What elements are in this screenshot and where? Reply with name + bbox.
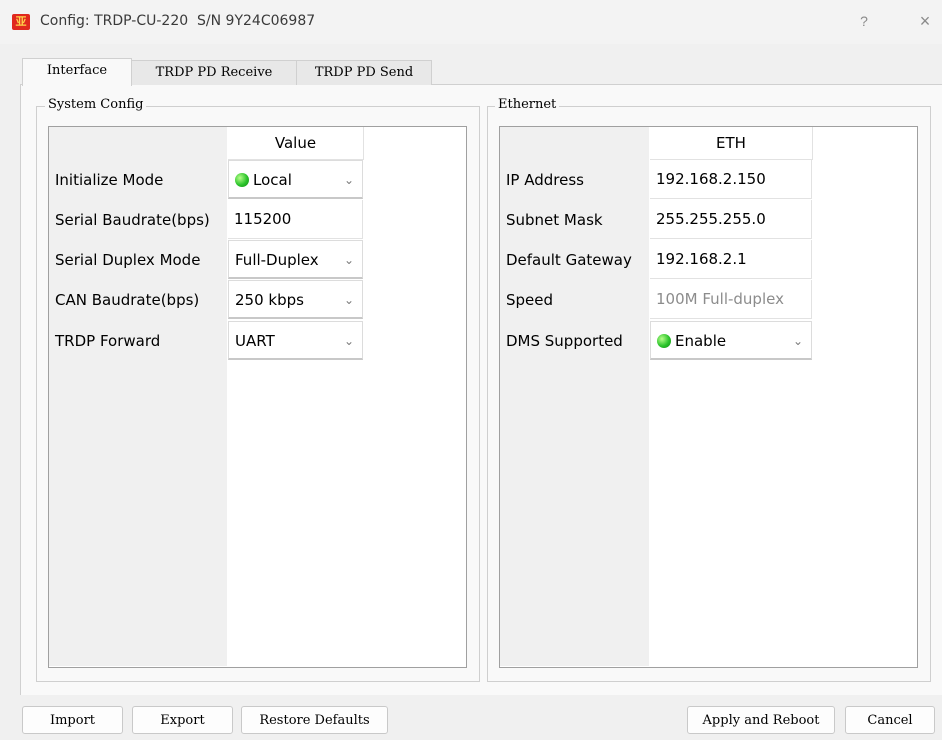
restore-defaults-button[interactable]: Restore Defaults (241, 706, 388, 734)
trdp-forward-select[interactable]: UART ⌄ (228, 321, 363, 360)
ethernet-column-header: ETH (650, 127, 813, 160)
row-label-dms-supported: DMS Supported (506, 332, 623, 350)
system-config-column-header: Value (228, 127, 364, 160)
default-gateway-field[interactable]: 192.168.2.1 (650, 240, 812, 279)
speed-value: 100M Full-duplex (656, 290, 784, 308)
row-label-default-gateway: Default Gateway (506, 251, 632, 269)
dms-supported-value: Enable (675, 332, 727, 350)
row-label-speed: Speed (506, 291, 554, 309)
subnet-mask-field[interactable]: 255.255.255.0 (650, 200, 812, 239)
initialize-mode-value: Local (253, 171, 292, 189)
row-label-subnet-mask: Subnet Mask (506, 211, 603, 229)
dms-supported-select[interactable]: Enable ⌄ (650, 321, 812, 360)
chevron-down-icon: ⌄ (343, 293, 354, 307)
green-led-icon (657, 334, 671, 348)
system-config-title: System Config (45, 97, 147, 112)
row-label-serial-baudrate: Serial Baudrate(bps) (55, 211, 210, 229)
tab-trdp-pd-send[interactable]: TRDP PD Send (296, 60, 432, 85)
green-led-icon (235, 173, 249, 187)
row-label-serial-duplex-mode: Serial Duplex Mode (55, 251, 201, 269)
close-button[interactable]: × (912, 10, 938, 32)
app-logo-icon: 亚 (12, 14, 30, 30)
serial-baudrate-value: 115200 (234, 210, 292, 228)
cancel-button[interactable]: Cancel (845, 706, 935, 734)
help-button[interactable]: ? (852, 10, 876, 32)
tab-interface[interactable]: Interface (22, 58, 132, 86)
initialize-mode-select[interactable]: Local ⌄ (228, 160, 363, 199)
window-title: Config: TRDP-CU-220 S/N 9Y24C06987 (40, 13, 316, 29)
chevron-down-icon: ⌄ (792, 334, 803, 348)
import-button[interactable]: Import (22, 706, 123, 734)
ip-address-value: 192.168.2.150 (656, 170, 766, 188)
can-baudrate-value: 250 kbps (235, 291, 304, 309)
tab-trdp-pd-receive[interactable]: TRDP PD Receive (131, 60, 297, 85)
serial-baudrate-field[interactable]: 115200 (228, 200, 363, 239)
export-button[interactable]: Export (132, 706, 233, 734)
ethernet-title: Ethernet (495, 97, 560, 112)
row-label-trdp-forward: TRDP Forward (55, 332, 161, 350)
speed-readonly-field: 100M Full-duplex (650, 280, 812, 319)
chevron-down-icon: ⌄ (343, 334, 354, 348)
row-label-initialize-mode: Initialize Mode (55, 171, 164, 189)
apply-and-reboot-button[interactable]: Apply and Reboot (687, 706, 835, 734)
chevron-down-icon: ⌄ (343, 253, 354, 267)
chevron-down-icon: ⌄ (343, 173, 354, 187)
row-label-can-baudrate: CAN Baudrate(bps) (55, 291, 200, 309)
row-label-ip-address: IP Address (506, 171, 584, 189)
serial-duplex-mode-select[interactable]: Full-Duplex ⌄ (228, 240, 363, 279)
ip-address-field[interactable]: 192.168.2.150 (650, 160, 812, 199)
can-baudrate-select[interactable]: 250 kbps ⌄ (228, 280, 363, 319)
trdp-forward-value: UART (235, 332, 275, 350)
default-gateway-value: 192.168.2.1 (656, 250, 747, 268)
serial-duplex-mode-value: Full-Duplex (235, 251, 319, 269)
subnet-mask-value: 255.255.255.0 (656, 210, 766, 228)
